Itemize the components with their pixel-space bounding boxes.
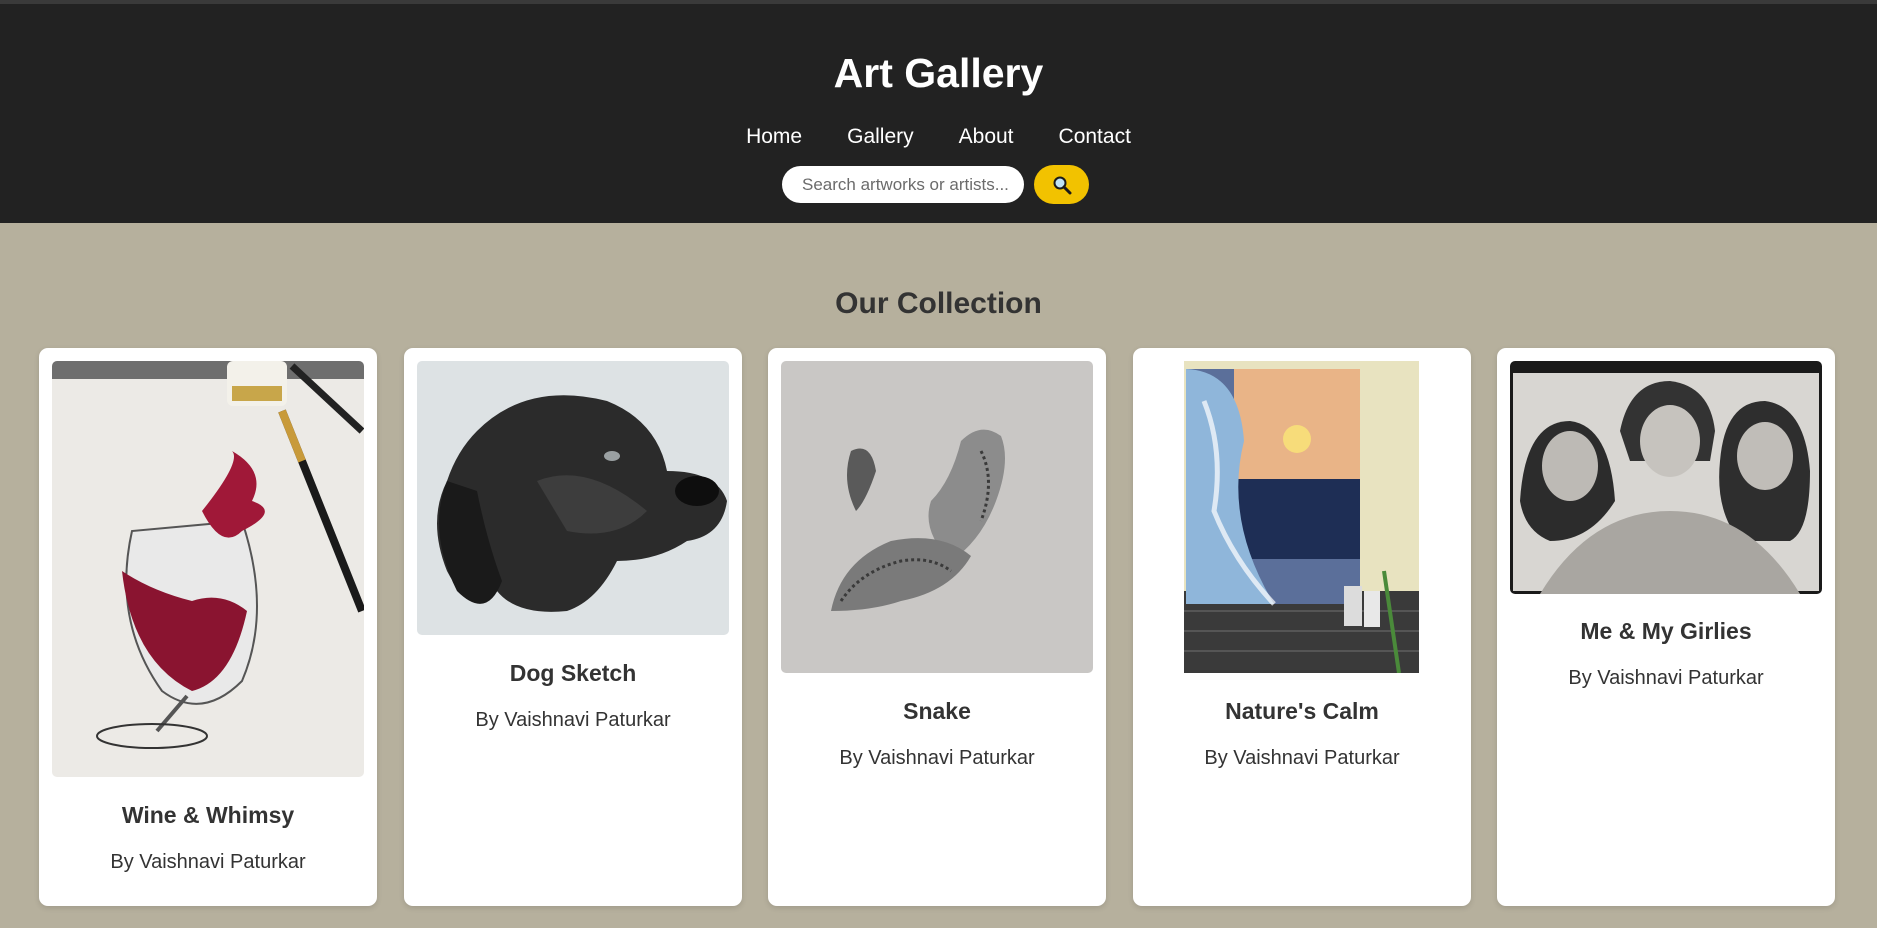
artwork-image <box>417 361 729 635</box>
search-bar <box>782 165 1089 204</box>
artwork-card[interactable]: Dog Sketch By Vaishnavi Paturkar <box>404 348 742 906</box>
artwork-title: Me & My Girlies <box>1580 618 1752 644</box>
nav-about[interactable]: About <box>959 120 1014 154</box>
nav-gallery[interactable]: Gallery <box>847 120 914 154</box>
search-input[interactable] <box>782 166 1024 203</box>
artwork-card[interactable]: Snake By Vaishnavi Paturkar <box>768 348 1106 906</box>
site-header: Art Gallery Home Gallery About Contact <box>0 4 1877 223</box>
artwork-image <box>1184 361 1419 673</box>
nav-contact[interactable]: Contact <box>1059 120 1131 154</box>
artwork-card[interactable]: Nature's Calm By Vaishnavi Paturkar <box>1133 348 1471 906</box>
artwork-title: Snake <box>903 698 971 724</box>
section-title: Our Collection <box>835 287 1042 320</box>
artwork-card[interactable]: Wine & Whimsy By Vaishnavi Paturkar <box>39 348 377 906</box>
artwork-artist: By Vaishnavi Paturkar <box>839 747 1035 769</box>
site-title: Art Gallery <box>833 50 1044 96</box>
artwork-image <box>781 361 1093 673</box>
magnifier-icon <box>1053 176 1071 194</box>
artwork-title: Nature's Calm <box>1225 698 1379 724</box>
main-nav: Home Gallery About Contact <box>0 120 1877 154</box>
artwork-artist: By Vaishnavi Paturkar <box>1568 667 1764 689</box>
artwork-card[interactable]: Me & My Girlies By Vaishnavi Paturkar <box>1497 348 1835 906</box>
artwork-image <box>52 361 364 777</box>
artwork-title: Dog Sketch <box>509 660 637 686</box>
artwork-image <box>1510 361 1822 594</box>
artwork-title: Wine & Whimsy <box>121 802 295 828</box>
artwork-artist: By Vaishnavi Paturkar <box>475 709 671 731</box>
nav-home[interactable]: Home <box>746 120 802 154</box>
artwork-artist: By Vaishnavi Paturkar <box>110 851 306 873</box>
search-button[interactable] <box>1034 165 1089 204</box>
artwork-artist: By Vaishnavi Paturkar <box>1204 747 1400 769</box>
